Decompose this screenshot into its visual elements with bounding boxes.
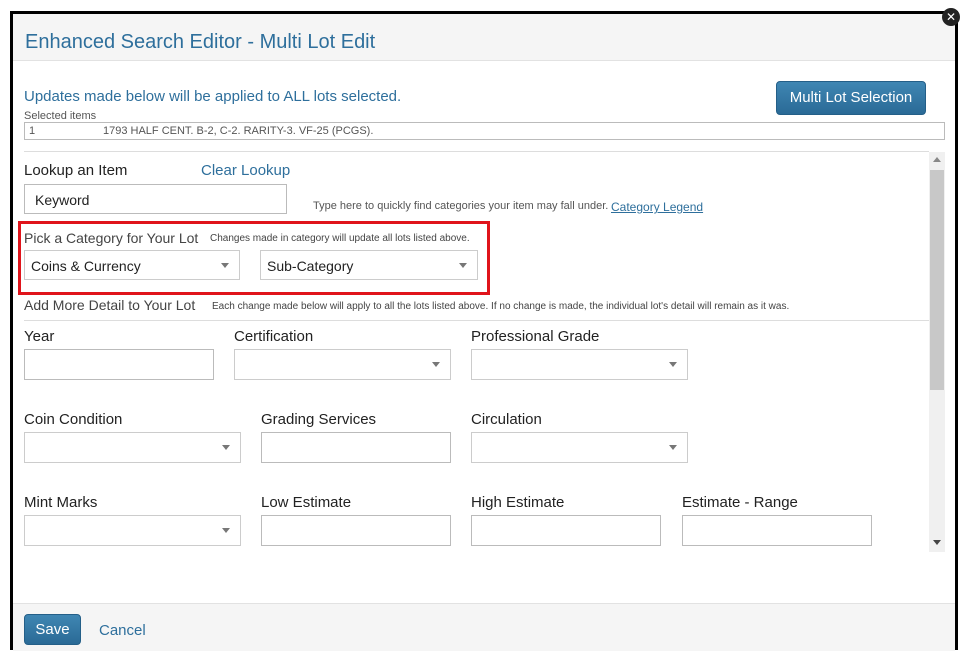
selected-items-list[interactable]: 1 1793 HALF CENT. B-2, C-2. RARITY-3. VF… — [24, 122, 945, 140]
grading-services-input[interactable] — [261, 432, 451, 463]
subcategory-select-value: Sub-Category — [267, 258, 354, 274]
certification-select[interactable] — [234, 349, 451, 380]
selected-items-label: Selected items — [24, 110, 97, 122]
divider — [24, 320, 929, 321]
lookup-hint: Type here to quickly find categories you… — [313, 200, 609, 212]
chevron-down-icon — [432, 362, 440, 367]
mint-marks-select[interactable] — [24, 515, 241, 546]
chevron-down-icon — [222, 445, 230, 450]
professional-grade-label: Professional Grade — [471, 328, 600, 345]
professional-grade-select[interactable] — [471, 349, 688, 380]
certification-label: Certification — [234, 328, 314, 345]
selected-item-number: 1 — [29, 125, 36, 137]
chevron-down-icon — [669, 445, 677, 450]
dialog-header: Enhanced Search Editor - Multi Lot Edit — [13, 14, 955, 61]
scroll-up-icon[interactable] — [933, 157, 941, 162]
chevron-down-icon — [669, 362, 677, 367]
scrollbar[interactable] — [929, 152, 945, 552]
low-estimate-input[interactable] — [261, 515, 451, 546]
keyword-input-value: Keyword — [35, 192, 90, 208]
circulation-select[interactable] — [471, 432, 688, 463]
cancel-link[interactable]: Cancel — [99, 622, 146, 639]
coin-condition-select[interactable] — [24, 432, 241, 463]
detail-note: Each change made below will apply to all… — [212, 301, 790, 312]
keyword-input[interactable]: Keyword — [24, 184, 287, 214]
close-icon[interactable]: ✕ — [942, 8, 960, 26]
circulation-label: Circulation — [471, 411, 542, 428]
save-button[interactable]: Save — [24, 614, 81, 645]
dialog-title: Enhanced Search Editor - Multi Lot Edit — [25, 31, 376, 53]
lookup-label: Lookup an Item — [24, 162, 128, 179]
year-input[interactable] — [24, 349, 214, 380]
scroll-down-icon[interactable] — [933, 540, 941, 545]
dialog: Enhanced Search Editor - Multi Lot Edit … — [10, 11, 958, 651]
high-estimate-label: High Estimate — [471, 494, 565, 511]
grading-services-label: Grading Services — [261, 411, 377, 428]
divider — [24, 151, 929, 152]
chevron-down-icon — [221, 263, 229, 268]
updates-notice: Updates made below will be applied to AL… — [24, 88, 402, 105]
category-select[interactable]: Coins & Currency — [24, 250, 240, 280]
category-note: Changes made in category will update all… — [210, 233, 470, 244]
category-label: Pick a Category for Your Lot — [24, 230, 199, 246]
scrollbar-thumb[interactable] — [930, 170, 944, 390]
coin-condition-label: Coin Condition — [24, 411, 123, 428]
multi-lot-selection-button[interactable]: Multi Lot Selection — [776, 81, 926, 115]
category-select-value: Coins & Currency — [31, 258, 141, 274]
year-label: Year — [24, 328, 55, 345]
mint-marks-label: Mint Marks — [24, 494, 98, 511]
subcategory-select[interactable]: Sub-Category — [260, 250, 478, 280]
detail-label: Add More Detail to Your Lot — [24, 297, 196, 313]
selected-item-description: 1793 HALF CENT. B-2, C-2. RARITY-3. VF-2… — [103, 125, 374, 137]
high-estimate-input[interactable] — [471, 515, 661, 546]
chevron-down-icon — [459, 263, 467, 268]
low-estimate-label: Low Estimate — [261, 494, 352, 511]
estimate-range-input[interactable] — [682, 515, 872, 546]
estimate-range-label: Estimate - Range — [682, 494, 798, 511]
clear-lookup-link[interactable]: Clear Lookup — [201, 162, 290, 179]
category-legend-link[interactable]: Category Legend — [611, 200, 703, 214]
dialog-footer: Save Cancel — [13, 603, 955, 651]
chevron-down-icon — [222, 528, 230, 533]
